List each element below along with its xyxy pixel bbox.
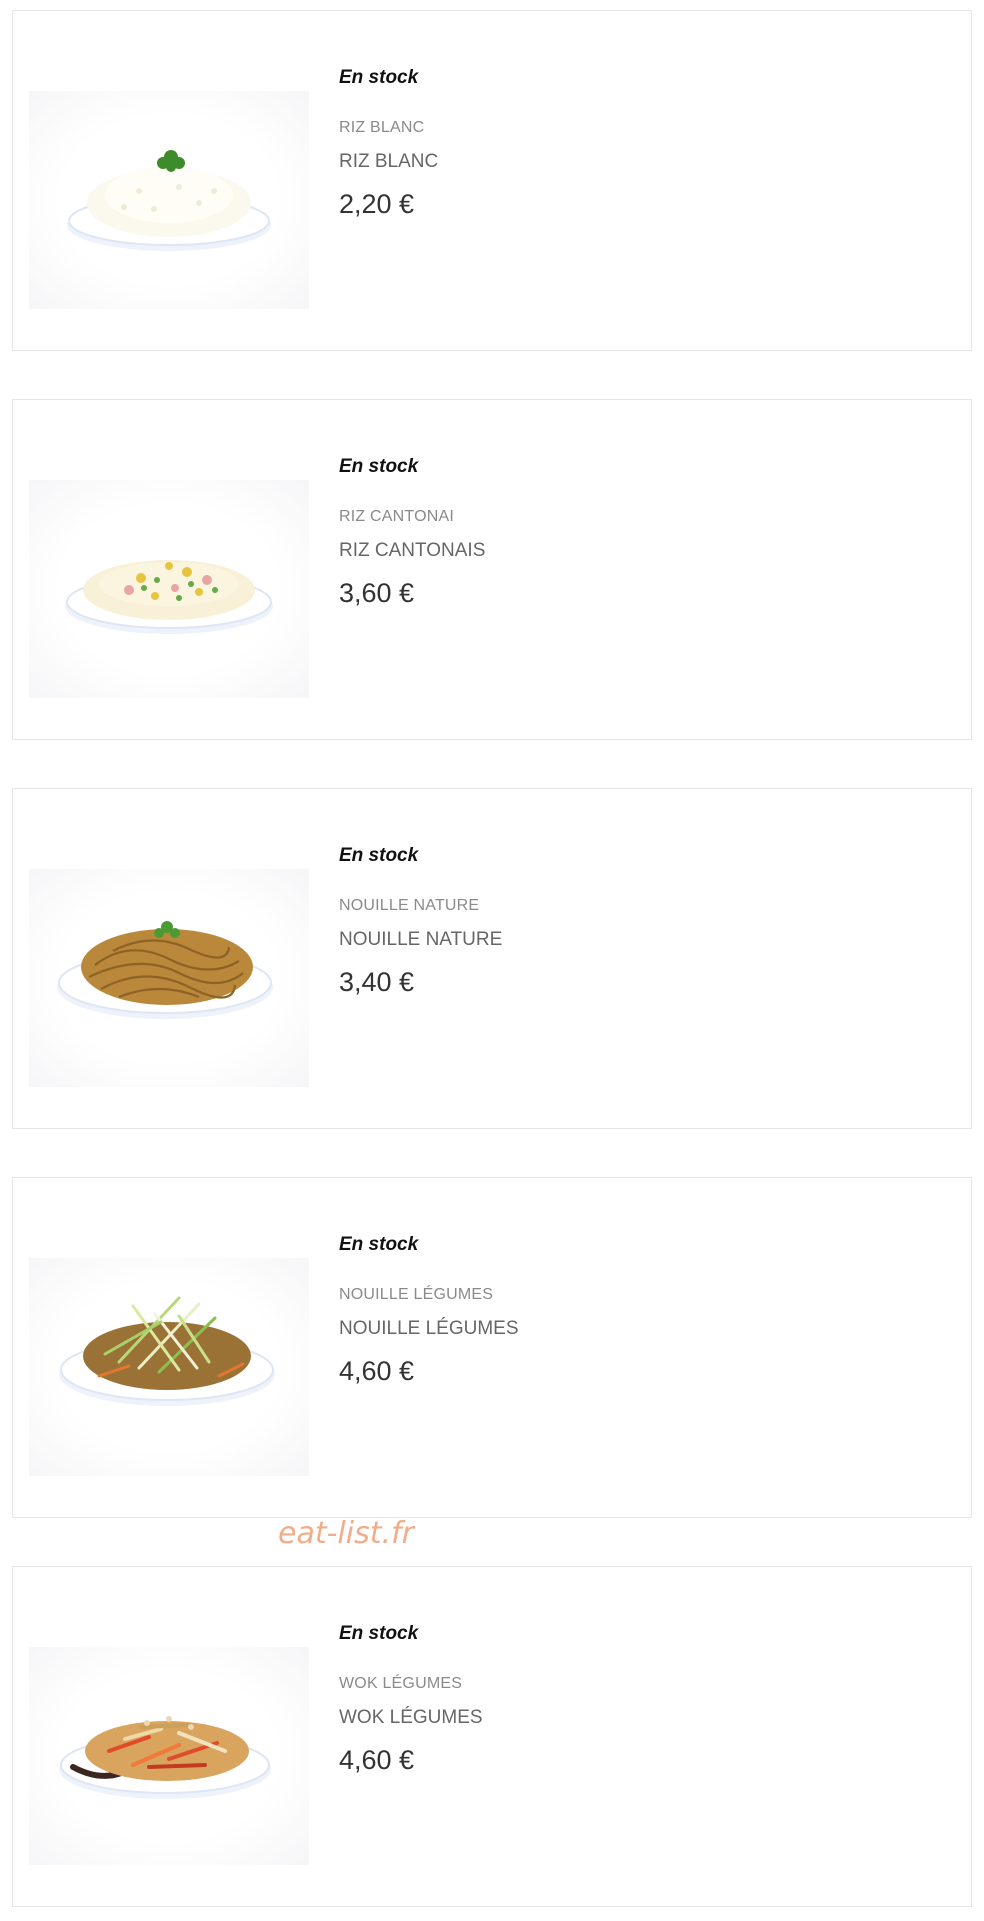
cantonese-rice-dish-image[interactable] [29, 480, 309, 698]
product-name[interactable]: NOUILLE LÉGUMES [339, 1318, 519, 1340]
wok-vegetables-dish-image[interactable] [29, 1647, 309, 1865]
product-reference: RIZ BLANC [339, 119, 425, 136]
vegetable-noodles-dish-image[interactable] [29, 1258, 309, 1476]
stock-status: En stock [339, 845, 419, 866]
product-card-nouille-nature[interactable]: En stock NOUILLE NATURE NOUILLE NATURE 3… [12, 788, 972, 1129]
site-watermark: eat-list.fr [278, 1516, 414, 1551]
plain-noodles-dish-image[interactable] [29, 869, 309, 1087]
stock-status: En stock [339, 67, 419, 88]
stock-status: En stock [339, 1234, 419, 1255]
white-rice-dish-image[interactable] [29, 91, 309, 309]
product-reference: NOUILLE LÉGUMES [339, 1286, 494, 1303]
product-name[interactable]: NOUILLE NATURE [339, 929, 502, 951]
product-price: 2,20 € [339, 189, 415, 219]
product-price: 3,60 € [339, 578, 415, 608]
product-name[interactable]: RIZ CANTONAIS [339, 540, 485, 562]
stock-status: En stock [339, 456, 419, 477]
product-reference: NOUILLE NATURE [339, 897, 480, 914]
product-reference: RIZ CANTONAI [339, 508, 455, 525]
product-card-riz-cantonais[interactable]: En stock RIZ CANTONAI RIZ CANTONAIS 3,60… [12, 399, 972, 740]
product-name[interactable]: WOK LÉGUMES [339, 1707, 483, 1729]
product-card-nouille-legumes[interactable]: En stock NOUILLE LÉGUMES NOUILLE LÉGUMES… [12, 1177, 972, 1518]
product-price: 4,60 € [339, 1356, 415, 1386]
product-price: 3,40 € [339, 967, 415, 997]
product-card-riz-blanc[interactable]: En stock RIZ BLANC RIZ BLANC 2,20 € [12, 10, 972, 351]
product-price: 4,60 € [339, 1745, 415, 1775]
product-reference: WOK LÉGUMES [339, 1675, 463, 1692]
product-card-wok-legumes[interactable]: En stock WOK LÉGUMES WOK LÉGUMES 4,60 € [12, 1566, 972, 1907]
product-name[interactable]: RIZ BLANC [339, 151, 438, 173]
stock-status: En stock [339, 1623, 419, 1644]
